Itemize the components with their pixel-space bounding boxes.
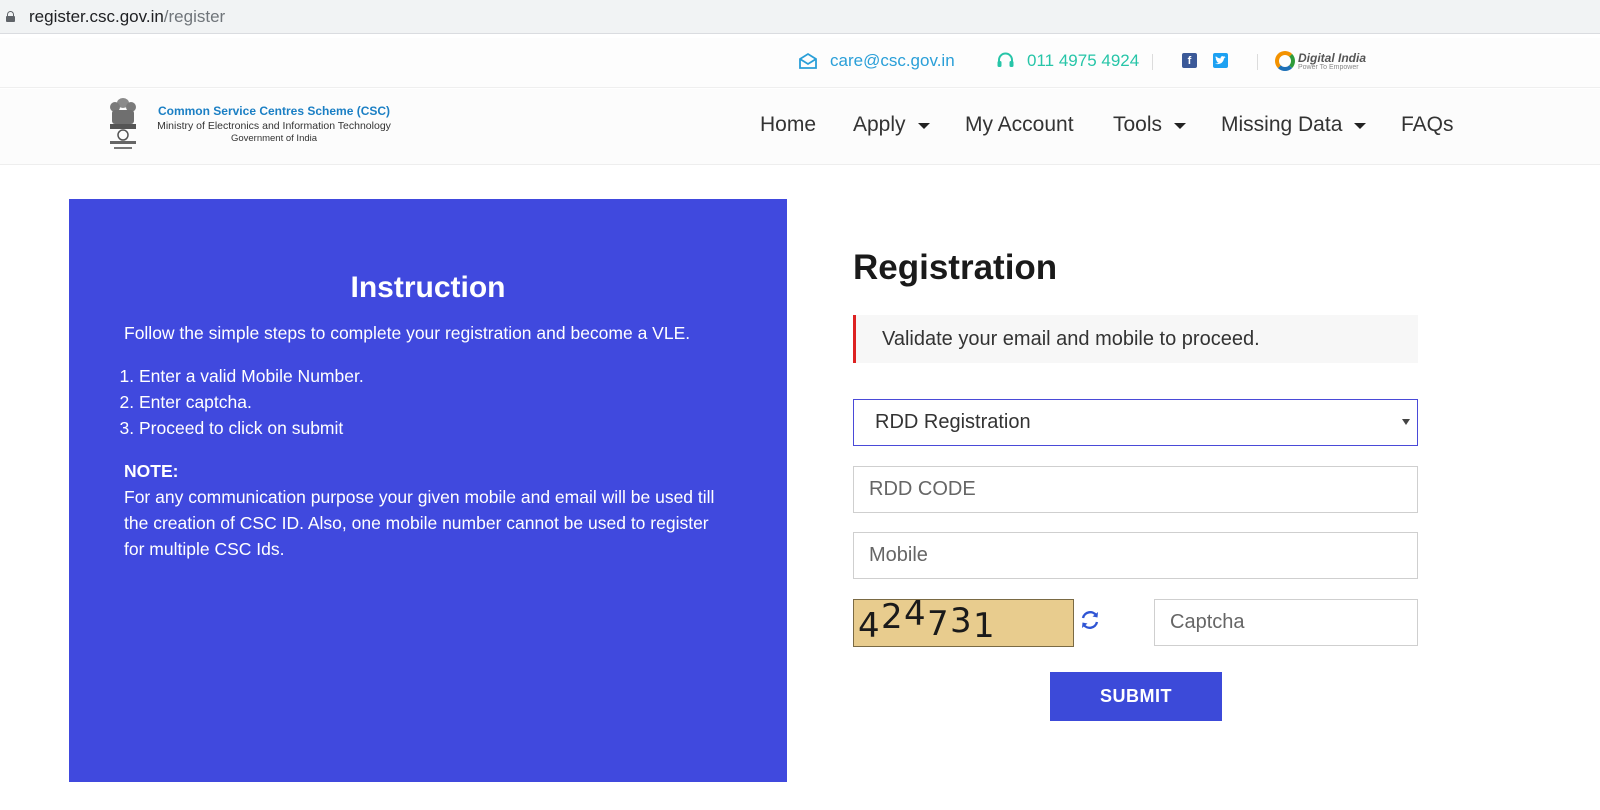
site-header: Common Service Centres Scheme (CSC) Mini… <box>0 89 1600 165</box>
captcha-digit: 1 <box>973 606 995 646</box>
nav-missing-data[interactable]: Missing Data <box>1221 113 1367 137</box>
refresh-icon[interactable] <box>1079 609 1101 631</box>
twitter-bird-glyph <box>1215 56 1226 65</box>
url-text[interactable]: register.csc.gov.in/register <box>29 7 225 27</box>
captcha-digit: 3 <box>950 601 972 641</box>
brand-title: Common Service Centres Scheme (CSC) <box>157 104 391 118</box>
mobile-input[interactable] <box>853 532 1418 579</box>
captcha-text: 424731 <box>854 600 1073 646</box>
email-text: care@csc.gov.in <box>830 51 955 70</box>
headset-icon <box>997 52 1014 67</box>
csc-brand[interactable]: Common Service Centres Scheme (CSC) Mini… <box>143 104 405 146</box>
validation-alert: Validate your email and mobile to procee… <box>853 315 1418 363</box>
nav-label: Home <box>760 113 817 136</box>
brand-ministry: Ministry of Electronics and Information … <box>157 119 391 132</box>
captcha-digit: 4 <box>858 606 880 646</box>
registration-title: Registration <box>853 248 1058 287</box>
digital-india-mark-icon <box>1275 51 1295 71</box>
caret-down-icon <box>1174 123 1187 129</box>
alert-text: Validate your email and mobile to procee… <box>882 327 1260 350</box>
caret-down-icon <box>917 123 930 129</box>
envelope-icon <box>799 52 817 69</box>
facebook-icon[interactable]: f <box>1182 53 1197 68</box>
nav-label: FAQs <box>1401 113 1454 136</box>
lock-icon <box>6 11 15 22</box>
nav-label: Apply <box>853 113 906 136</box>
nav-my-account[interactable]: My Account <box>965 113 1074 137</box>
brand-government: Government of India <box>230 133 318 145</box>
national-emblem-logo[interactable] <box>107 95 139 153</box>
digital-india-logo[interactable]: Digital India Power To Empower <box>1275 51 1366 71</box>
note-heading: NOTE: <box>124 461 179 481</box>
nav-label: Missing Data <box>1221 113 1343 136</box>
captcha-digit: 4 <box>904 599 926 634</box>
caret-down-icon <box>1354 123 1367 129</box>
captcha-digit: 7 <box>927 604 949 644</box>
nav-faqs[interactable]: FAQs <box>1401 113 1454 137</box>
digital-india-title: Digital India <box>1298 50 1367 65</box>
divider <box>1152 54 1153 70</box>
submit-button[interactable]: SUBMIT <box>1050 672 1222 721</box>
instruction-body: Follow the simple steps to complete your… <box>124 320 724 562</box>
captcha-input[interactable] <box>1154 599 1418 646</box>
nav-home[interactable]: Home <box>760 113 816 137</box>
instruction-step: Proceed to click on submit <box>139 415 724 441</box>
instruction-steps: Enter a valid Mobile Number. Enter captc… <box>124 363 724 441</box>
instruction-panel: Instruction Follow the simple steps to c… <box>69 199 787 782</box>
instruction-step: Enter a valid Mobile Number. <box>139 363 724 389</box>
browser-address-bar[interactable]: register.csc.gov.in/register <box>0 0 1600 34</box>
captcha-digit: 2 <box>881 599 903 637</box>
url-path: /register <box>163 6 226 26</box>
twitter-icon[interactable] <box>1213 53 1228 68</box>
registration-type-select[interactable]: RDD Registration <box>853 399 1418 446</box>
nav-label: Tools <box>1113 113 1163 136</box>
nav-tools[interactable]: Tools <box>1113 113 1187 137</box>
digital-india-tagline: Power To Empower <box>1298 63 1359 71</box>
phone-text: 011 4975 4924 <box>1027 51 1140 70</box>
instruction-step: Enter captcha. <box>139 389 724 415</box>
nav-apply[interactable]: Apply <box>853 113 930 137</box>
email-link[interactable]: care@csc.gov.in <box>798 51 955 71</box>
contact-bar: care@csc.gov.in 011 4975 4924 f Digital … <box>0 38 1600 88</box>
dropdown-arrow-icon <box>1402 419 1410 425</box>
phone-link[interactable]: 011 4975 4924 <box>996 51 1139 71</box>
url-host: register.csc.gov.in <box>29 6 164 26</box>
note-text: For any communication purpose your given… <box>124 487 715 559</box>
captcha-image: 424731 <box>853 599 1074 647</box>
rdd-code-input[interactable] <box>853 466 1418 513</box>
instruction-intro: Follow the simple steps to complete your… <box>124 323 691 343</box>
nav-label: My Account <box>965 113 1074 136</box>
divider <box>1257 54 1258 70</box>
instruction-title: Instruction <box>350 271 506 304</box>
select-value: RDD Registration <box>875 411 1031 433</box>
